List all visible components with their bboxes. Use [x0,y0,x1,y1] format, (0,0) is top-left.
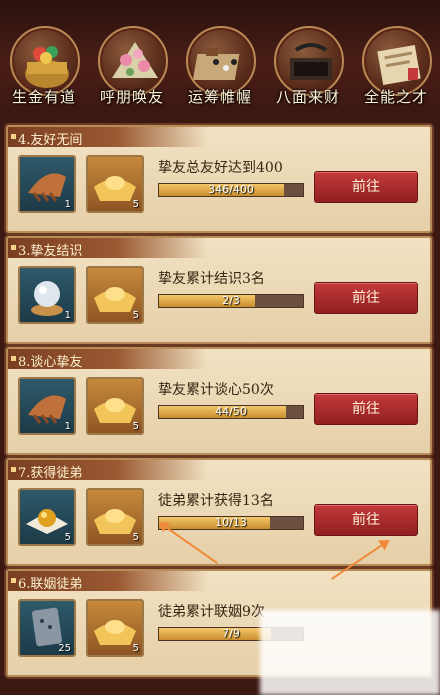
task-description: 徒弟累计联姻9次 [158,604,265,620]
go-button[interactable]: 前往 [314,504,418,536]
task-list[interactable]: 4.友好无间 1 5 挚友总友好达到400 346/400 前往 3.挚友结识 … [0,118,440,695]
category-talent[interactable]: 全能之才 [352,22,440,118]
category-gold[interactable]: 生金有道 [0,22,88,118]
progress-bar: 44/50 [158,405,304,419]
go-button[interactable]: 前往 [314,393,418,425]
category-friends[interactable]: 呼朋唤友 [88,22,176,118]
task-description: 徒弟累计获得13名 [158,493,274,509]
go-button[interactable]: 前往 [314,282,418,314]
task-header: 7.获得徒弟 [8,460,208,481]
progress-bar: 346/400 [158,183,304,197]
go-button[interactable]: 前往 [314,171,418,203]
category-strategy[interactable]: 运筹帷幄 [176,22,264,118]
category-wealth[interactable]: 八面来财 [264,22,352,118]
task-card: 8.谈心挚友 1 5 挚友累计谈心50次 44/50 前往 [6,347,432,455]
task-header: 4.友好无间 [8,127,208,148]
task-card: 3.挚友结识 1 5 挚友累计结识3名 2/3 前往 [6,236,432,344]
task-description: 挚友累计结识3名 [158,271,265,287]
task-card: 7.获得徒弟 5 5 徒弟累计获得13名 10/13 前往 [6,458,432,566]
gold-ingot-icon[interactable]: 5 [86,377,144,435]
progress-bar: 10/13 [158,516,304,530]
category-bar: 生金有道 呼朋唤友 运筹帷幄 八面来财 全能之才 [0,0,440,118]
task-description: 挚友总友好达到400 [158,160,283,176]
gold-ingot-icon[interactable]: 5 [86,155,144,213]
gold-ingot-icon[interactable]: 5 [86,266,144,324]
task-card: 4.友好无间 1 5 挚友总友好达到400 346/400 前往 [6,125,432,233]
pearl-icon[interactable]: 1 [18,266,76,324]
comb-icon[interactable]: 1 [18,155,76,213]
task-header: 3.挚友结识 [8,238,208,259]
task-description: 挚友累计谈心50次 [158,382,274,398]
token-icon[interactable]: 25 [18,599,76,657]
gold-bead-icon[interactable]: 5 [18,488,76,546]
gold-ingot-icon[interactable]: 5 [86,599,144,657]
progress-bar: 2/3 [158,294,304,308]
task-header: 6.联姻徒弟 [8,571,208,592]
gold-ingot-icon[interactable]: 5 [86,488,144,546]
task-header: 8.谈心挚友 [8,349,208,370]
watermark-overlay [260,610,440,695]
comb-icon[interactable]: 1 [18,377,76,435]
